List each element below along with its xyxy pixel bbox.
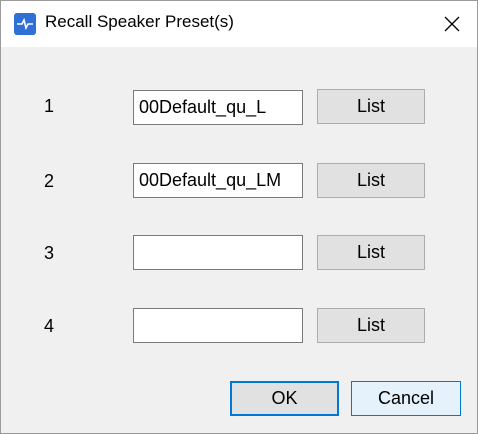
close-button[interactable]	[429, 3, 475, 45]
list-button-4[interactable]: List	[317, 308, 425, 343]
title-bar: Recall Speaker Preset(s)	[1, 1, 477, 47]
preset-field-3[interactable]	[133, 235, 303, 270]
speaker-app-icon	[14, 13, 36, 35]
list-button-3[interactable]: List	[317, 235, 425, 270]
preset-field-2[interactable]: 00Default_qu_LM	[133, 163, 303, 198]
ok-button[interactable]: OK	[230, 381, 339, 416]
preset-field-4[interactable]	[133, 308, 303, 343]
cancel-button[interactable]: Cancel	[351, 381, 461, 416]
dialog-title: Recall Speaker Preset(s)	[45, 12, 234, 31]
preset-field-1[interactable]: 00Default_qu_L	[133, 90, 303, 125]
list-button-1[interactable]: List	[317, 89, 425, 124]
row-number: 1	[44, 96, 55, 116]
close-icon	[444, 16, 460, 32]
list-button-2[interactable]: List	[317, 163, 425, 198]
row-number: 3	[44, 243, 55, 263]
row-number: 4	[44, 316, 55, 336]
row-number: 2	[44, 171, 55, 191]
recall-speaker-presets-dialog: Recall Speaker Preset(s) 1 00Default_qu_…	[0, 0, 478, 434]
